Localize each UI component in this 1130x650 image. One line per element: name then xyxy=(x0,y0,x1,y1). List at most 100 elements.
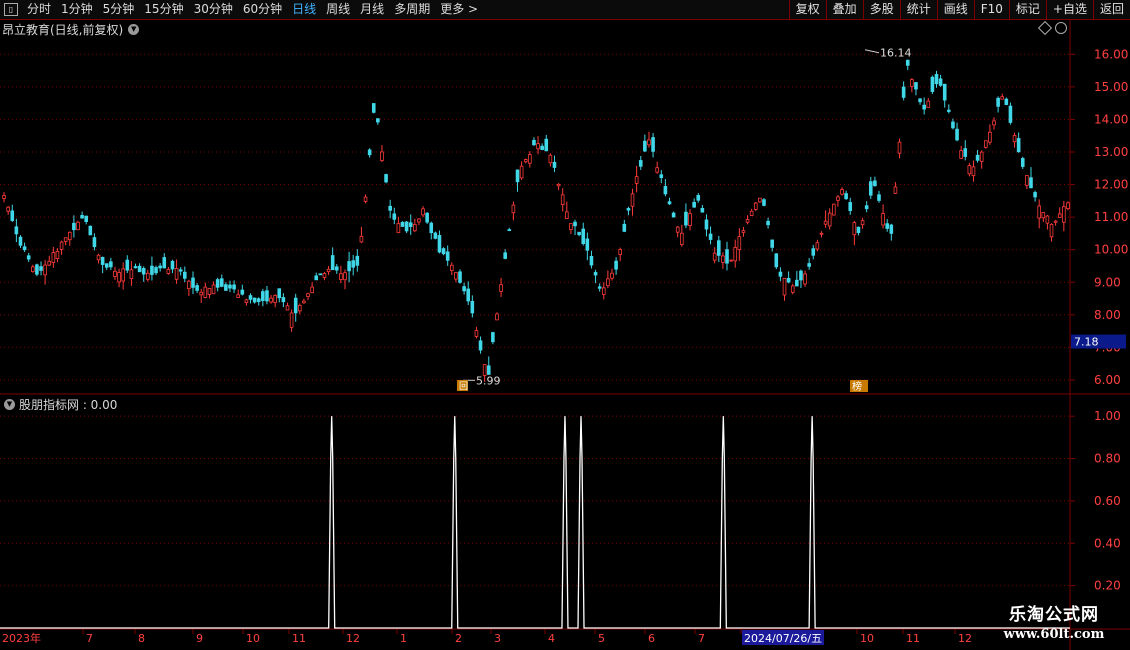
date-label: 11 xyxy=(292,632,306,645)
candle-body xyxy=(741,230,746,233)
candle-body xyxy=(166,269,171,274)
candle-body xyxy=(864,205,869,210)
price-axis-label: 10.00 xyxy=(1094,243,1128,257)
candle-body xyxy=(306,293,310,297)
price-axis-label: 12.00 xyxy=(1094,178,1128,192)
candle-body xyxy=(852,222,857,236)
candle-body xyxy=(100,256,105,265)
candle-body xyxy=(318,273,323,276)
candle-body xyxy=(634,176,639,184)
candle-body xyxy=(708,233,713,240)
candle-body xyxy=(873,180,877,187)
candle-body xyxy=(26,255,31,260)
date-label: 12 xyxy=(346,632,360,645)
candle-body xyxy=(881,213,885,226)
candle-body xyxy=(51,252,56,263)
candle-body xyxy=(971,166,976,177)
candle-body xyxy=(433,232,438,239)
candle-body xyxy=(819,232,824,235)
candle-body xyxy=(844,193,848,200)
candle-body xyxy=(371,103,376,113)
candle-body xyxy=(729,259,733,262)
candle-body xyxy=(413,223,417,232)
candle-body xyxy=(979,151,984,162)
candle-body xyxy=(470,300,475,314)
candle-body xyxy=(355,255,360,266)
kline-chart[interactable]: 16.145.99回榜 6.007.008.009.0010.0011.0012… xyxy=(0,0,1130,650)
candle-body xyxy=(2,195,6,199)
candle-body xyxy=(141,268,146,275)
candle-body xyxy=(889,224,894,234)
candle-body xyxy=(170,260,175,270)
date-label: 6 xyxy=(648,632,655,645)
candle-body xyxy=(684,211,688,226)
candle-body xyxy=(6,206,10,212)
candle-body xyxy=(158,265,162,269)
candle-body xyxy=(577,231,581,236)
candle-body xyxy=(178,269,183,272)
candle-body xyxy=(232,284,236,290)
candle-body xyxy=(445,251,450,261)
watermark: 乐淘公式网 www.60lt.com xyxy=(978,604,1130,650)
candle-body xyxy=(885,223,890,229)
high-pointer xyxy=(864,49,880,54)
candle-body xyxy=(630,193,635,207)
candle-body xyxy=(486,365,491,375)
candle-body xyxy=(1041,212,1046,219)
candle-body xyxy=(799,270,803,281)
candle-body xyxy=(548,154,553,164)
candle-body xyxy=(462,286,466,292)
candle-body xyxy=(55,251,60,260)
candle-body xyxy=(905,59,910,66)
candle-body xyxy=(511,204,516,214)
candle-body xyxy=(1020,158,1025,167)
candle-body xyxy=(1066,202,1070,209)
candle-body xyxy=(92,237,97,248)
candle-body xyxy=(211,284,216,295)
candle-body xyxy=(622,223,627,232)
candle-body xyxy=(63,237,68,242)
candle-body xyxy=(380,151,384,161)
candle-body xyxy=(474,330,479,337)
candle-body xyxy=(959,150,963,159)
candle-body xyxy=(593,272,598,276)
candle-body xyxy=(289,312,294,328)
candle-body xyxy=(721,255,725,263)
candle-body xyxy=(1004,98,1009,105)
candle-body xyxy=(326,268,331,273)
candle-body xyxy=(692,201,696,208)
candle-body xyxy=(277,288,282,299)
date-label: 11 xyxy=(906,632,920,645)
candle-body xyxy=(191,277,195,288)
candle-body xyxy=(569,223,573,230)
candle-body xyxy=(955,128,959,141)
candle-body xyxy=(76,221,80,231)
candle-body xyxy=(696,195,701,201)
candle-body xyxy=(219,278,224,287)
candle-body xyxy=(556,183,561,187)
candle-body xyxy=(840,189,844,195)
candle-body xyxy=(367,149,372,156)
candle-body xyxy=(1062,206,1066,223)
candle-body xyxy=(610,272,614,279)
candle-body xyxy=(614,260,618,270)
candle-body xyxy=(96,254,101,261)
candle-body xyxy=(39,266,43,271)
candle-body xyxy=(856,226,861,234)
candle-body xyxy=(671,212,676,218)
candle-body xyxy=(930,76,935,92)
candle-body xyxy=(601,287,606,295)
candle-body xyxy=(343,272,347,281)
candle-body xyxy=(786,278,791,283)
candle-body xyxy=(425,212,429,223)
watermark-title: 乐淘公式网 xyxy=(1009,605,1099,625)
candle-body xyxy=(417,218,421,223)
candle-body xyxy=(121,268,125,282)
date-label: 2023年 xyxy=(2,631,41,645)
candle-body xyxy=(774,253,779,268)
candle-body xyxy=(758,197,762,203)
candle-body xyxy=(1012,135,1017,143)
candle-body xyxy=(934,74,939,85)
candle-body xyxy=(310,286,314,294)
candle-body xyxy=(334,266,339,271)
